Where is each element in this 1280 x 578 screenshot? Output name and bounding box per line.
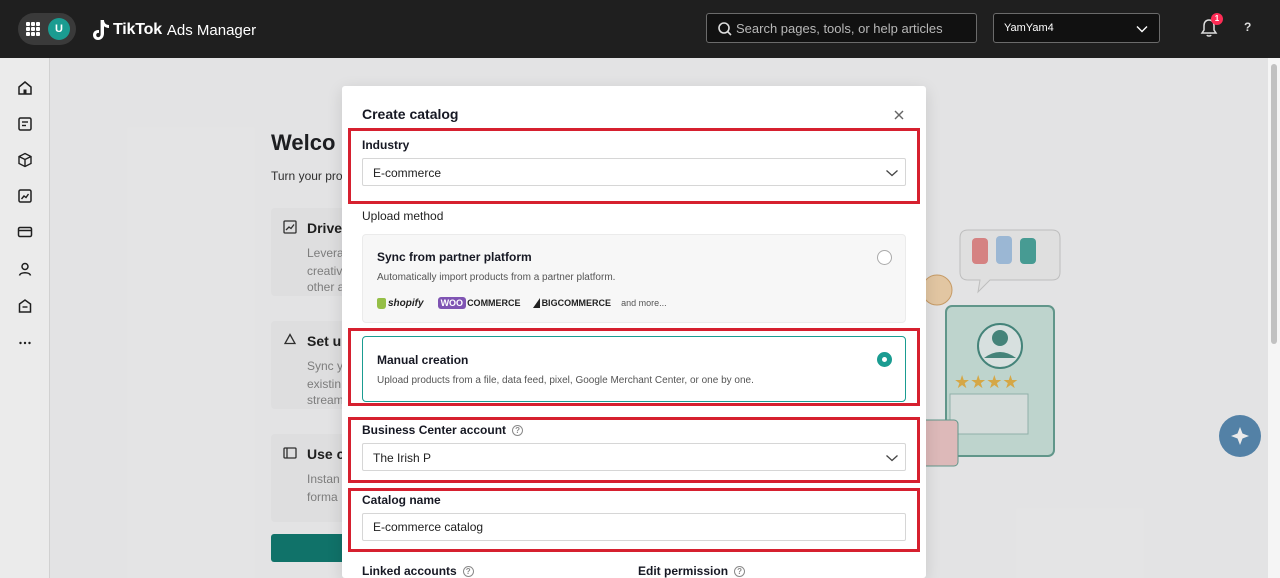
ad-account-select[interactable]: YamYam4	[993, 13, 1160, 43]
search-icon	[718, 22, 732, 36]
close-icon[interactable]	[892, 108, 906, 122]
page-scrollbar[interactable]	[1268, 58, 1280, 578]
tiktok-logo-icon	[93, 20, 109, 40]
notification-badge: 1	[1211, 13, 1223, 25]
brand-subtitle: Ads Manager	[166, 21, 257, 39]
highlight-industry	[348, 128, 920, 204]
apps-grid-icon	[26, 22, 40, 36]
app-switcher-button[interactable]: U	[18, 13, 76, 45]
woocommerce-logo: WOO COMMERCE	[437, 297, 521, 309]
chevron-down-icon	[1136, 26, 1148, 33]
help-circle-icon[interactable]: ?	[734, 566, 746, 578]
highlight-catalog-name	[348, 488, 920, 552]
highlight-manual-creation	[348, 328, 920, 406]
more-partners-text: and more...	[621, 298, 667, 308]
shopify-logo: shopify	[377, 297, 424, 309]
help-circle-icon[interactable]: ?	[462, 566, 474, 578]
dialog-title: Create catalog	[362, 106, 459, 122]
linked-accounts-label: Linked accounts?	[362, 564, 474, 578]
partner-platform-radio[interactable]	[877, 250, 892, 265]
avatar[interactable]: U	[48, 18, 70, 40]
ad-account-name: YamYam4	[1004, 22, 1054, 34]
upload-method-label: Upload method	[362, 209, 444, 223]
bigcommerce-text: BIGCOMMERCE	[541, 298, 612, 308]
woo-badge: WOO	[437, 297, 467, 309]
help-button[interactable]: ?	[1244, 20, 1251, 34]
brand-name: TikTok	[113, 21, 162, 38]
edit-permission-label-text: Edit permission	[638, 564, 729, 578]
option-description: Automatically import products from a par…	[377, 272, 616, 283]
partner-platform-option[interactable]: Sync from partner platform Automatically…	[362, 234, 906, 323]
bigcommerce-logo: BIGCOMMERCE	[532, 298, 612, 308]
search-input[interactable]	[736, 19, 971, 37]
woo-text: COMMERCE	[467, 298, 521, 308]
partner-logos: shopify WOO COMMERCE BIGCOMMERCE and more…	[377, 295, 667, 311]
brand-logo[interactable]: TikTok Ads Manager	[92, 17, 256, 43]
highlight-business-center	[348, 417, 920, 483]
linked-accounts-label-text: Linked accounts	[362, 564, 457, 578]
shopify-text: shopify	[388, 297, 424, 309]
option-title: Sync from partner platform	[377, 250, 532, 264]
scrollbar-thumb[interactable]	[1271, 64, 1277, 344]
top-bar: U TikTok Ads Manager YamYam4 1 ?	[0, 0, 1280, 58]
search-box[interactable]	[706, 13, 977, 43]
edit-permission-label: Edit permission?	[638, 564, 746, 578]
